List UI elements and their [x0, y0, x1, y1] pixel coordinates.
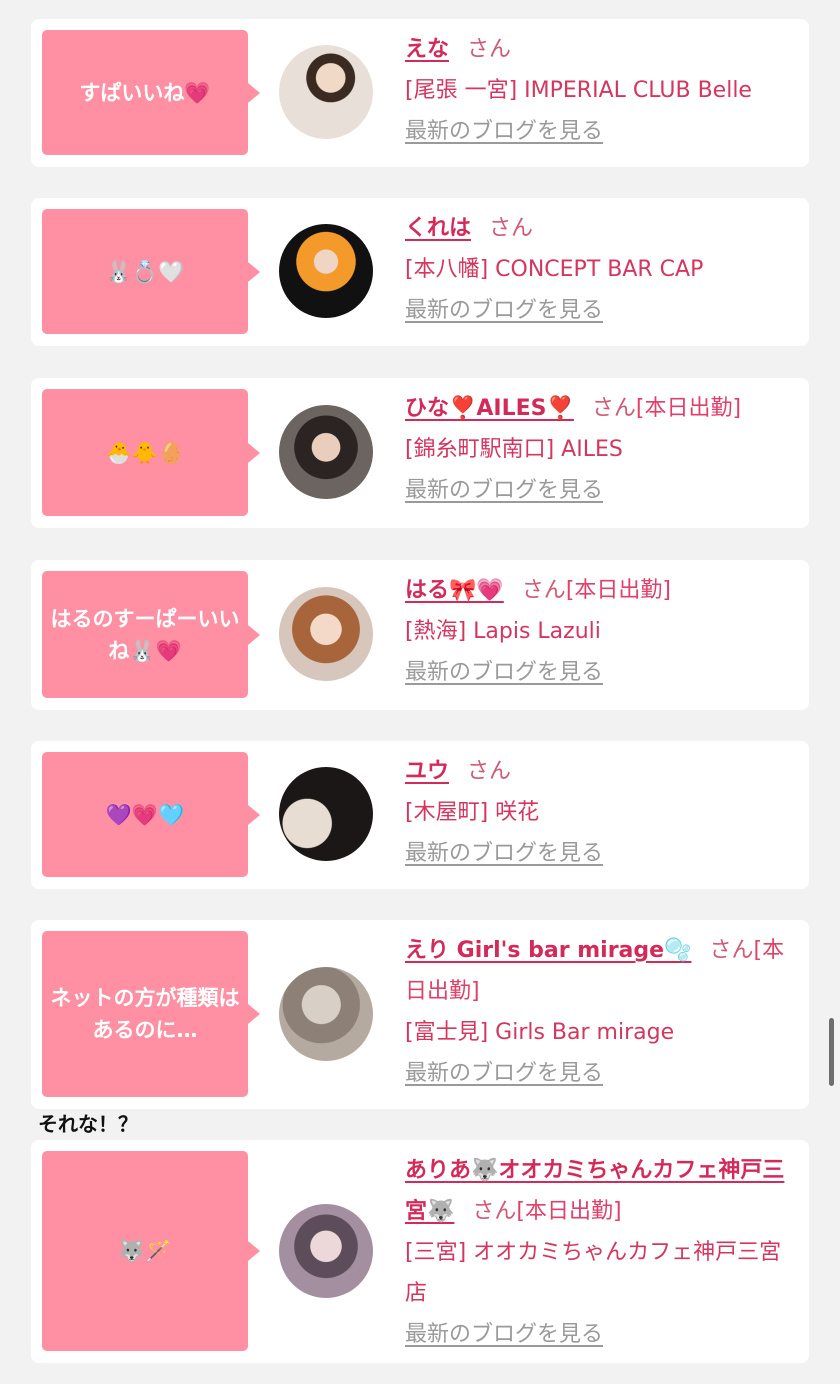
- cast-name-link[interactable]: はる🎀💗: [405, 578, 504, 603]
- blog-card: 💜💗🩵 ユウ さん [木屋町] 咲花 最新のブログを見る: [31, 741, 809, 889]
- shop-name: [三宮] オオカミちゃんカフェ神戸三宮店: [405, 1240, 782, 1306]
- shop-name: [熱海] Lapis Lazuli: [405, 619, 601, 644]
- scrollbar[interactable]: [829, 1018, 834, 1086]
- comment-bubble: すぱいいね💗: [42, 30, 260, 155]
- shop-name: [本八幡] CONCEPT BAR CAP: [405, 257, 704, 282]
- honorific: さん: [467, 37, 512, 62]
- avatar[interactable]: [279, 45, 373, 139]
- blog-card: すぱいいね💗 えな さん [尾張 一宮] IMPERIAL CLUB Belle …: [31, 19, 809, 167]
- cast-info: はる🎀💗 さん[本日出勤] [熱海] Lapis Lazuli 最新のブログを見る: [405, 570, 797, 693]
- honorific: さん: [521, 578, 566, 603]
- cast-info: ありあ🐺オオカミちゃんカフェ神戸三宮🐺 さん[本日出勤] [三宮] オオカミちゃん…: [405, 1150, 797, 1355]
- cast-name-link[interactable]: くれは: [405, 216, 471, 241]
- latest-blog-link[interactable]: 最新のブログを見る: [405, 841, 603, 866]
- latest-blog-link[interactable]: 最新のブログを見る: [405, 1322, 603, 1347]
- latest-blog-link[interactable]: 最新のブログを見る: [405, 478, 603, 503]
- blog-card: 🐺🪄 ありあ🐺オオカミちゃんカフェ神戸三宮🐺 さん[本日出勤] [三宮] オオカミ…: [31, 1140, 809, 1363]
- shop-name: [錦糸町駅南口] AILES: [405, 437, 623, 462]
- latest-blog-link[interactable]: 最新のブログを見る: [405, 119, 603, 144]
- cast-info: くれは さん [本八幡] CONCEPT BAR CAP 最新のブログを見る: [405, 208, 797, 331]
- latest-blog-link[interactable]: 最新のブログを見る: [405, 1061, 603, 1086]
- shop-name: [富士見] Girls Bar mirage: [405, 1020, 675, 1045]
- comment-bubble: 🐰💍🤍: [42, 209, 260, 334]
- avatar[interactable]: [279, 587, 373, 681]
- blog-card: 🐰💍🤍 くれは さん [本八幡] CONCEPT BAR CAP 最新のブログを見…: [31, 198, 809, 346]
- blog-card: 🐣🐥🥚 ひな❣️AILES❣️ さん[本日出勤] [錦糸町駅南口] AILES 最…: [31, 378, 809, 528]
- comment-bubble: 💜💗🩵: [42, 752, 260, 877]
- status: [本日出勤]: [565, 578, 671, 603]
- latest-blog-link[interactable]: 最新のブログを見る: [405, 660, 603, 685]
- comment-bubble: ネットの方が種類はあるのに…: [42, 931, 260, 1097]
- avatar[interactable]: [279, 224, 373, 318]
- blog-card: ネットの方が種類はあるのに… えり Girl's bar mirage🫧 さん[本…: [31, 920, 809, 1109]
- honorific: さん: [591, 396, 636, 421]
- avatar[interactable]: [279, 767, 373, 861]
- avatar[interactable]: [279, 405, 373, 499]
- comment-bubble: はるのすーぱーいいね🐰💗: [42, 571, 260, 698]
- blog-card: はるのすーぱーいいね🐰💗 はる🎀💗 さん[本日出勤] [熱海] Lapis Laz…: [31, 560, 809, 710]
- cast-info: えり Girl's bar mirage🫧 さん[本日出勤] [富士見] Girl…: [405, 930, 797, 1094]
- cast-info: えな さん [尾張 一宮] IMPERIAL CLUB Belle 最新のブログを…: [405, 29, 797, 152]
- status: [本日出勤]: [516, 1199, 622, 1224]
- cast-info: ひな❣️AILES❣️ さん[本日出勤] [錦糸町駅南口] AILES 最新のブロ…: [405, 388, 797, 511]
- status: [本日出勤]: [635, 396, 742, 421]
- comment-bubble: 🐺🪄: [42, 1151, 260, 1351]
- shop-name: [尾張 一宮] IMPERIAL CLUB Belle: [405, 78, 752, 103]
- avatar[interactable]: [279, 967, 373, 1061]
- cast-name-link[interactable]: ユウ: [405, 759, 449, 784]
- cast-name-link[interactable]: ひな❣️AILES❣️: [405, 396, 574, 421]
- honorific: さん: [489, 216, 534, 241]
- honorific: さん: [472, 1199, 517, 1224]
- avatar[interactable]: [279, 1204, 373, 1298]
- comment-text: それな！？: [38, 1112, 138, 1136]
- cast-name-link[interactable]: えり Girl's bar mirage🫧: [405, 938, 691, 963]
- comment-bubble: 🐣🐥🥚: [42, 389, 260, 516]
- cast-name-link[interactable]: えな: [405, 37, 449, 62]
- latest-blog-link[interactable]: 最新のブログを見る: [405, 298, 603, 323]
- honorific: さん: [467, 759, 512, 784]
- shop-name: [木屋町] 咲花: [405, 800, 540, 825]
- honorific: さん: [709, 938, 754, 963]
- cast-info: ユウ さん [木屋町] 咲花 最新のブログを見る: [405, 751, 797, 874]
